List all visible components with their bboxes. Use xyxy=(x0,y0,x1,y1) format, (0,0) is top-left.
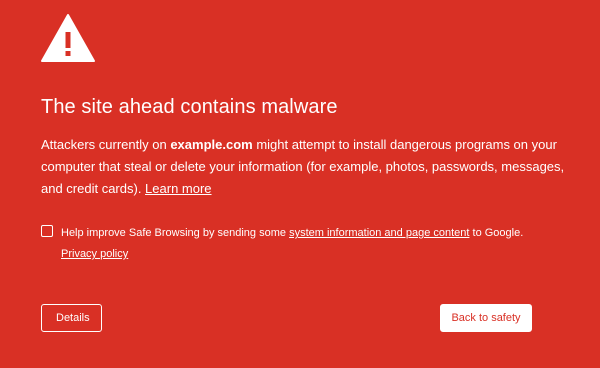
back-to-safety-button[interactable]: Back to safety xyxy=(440,304,532,332)
optin-text: Help improve Safe Browsing by sending so… xyxy=(61,227,290,239)
safe-browsing-optin: Help improve Safe Browsing by sending so… xyxy=(41,223,581,264)
optin-label: Help improve Safe Browsing by sending so… xyxy=(61,223,581,243)
message-text: Attackers currently on xyxy=(41,137,171,152)
details-button[interactable]: Details xyxy=(41,304,102,332)
warning-triangle-icon xyxy=(40,13,96,63)
privacy-policy-link[interactable]: Privacy policy xyxy=(61,244,581,264)
learn-more-link[interactable]: Learn more xyxy=(145,181,211,196)
system-information-link[interactable]: system information and page content xyxy=(289,227,469,239)
warning-message: Attackers currently on example.com might… xyxy=(41,134,581,200)
page-title: The site ahead contains malware xyxy=(41,96,338,118)
site-domain: example.com xyxy=(170,137,253,152)
optin-text-end: to Google. xyxy=(469,227,524,239)
safe-browsing-checkbox[interactable] xyxy=(41,225,53,237)
